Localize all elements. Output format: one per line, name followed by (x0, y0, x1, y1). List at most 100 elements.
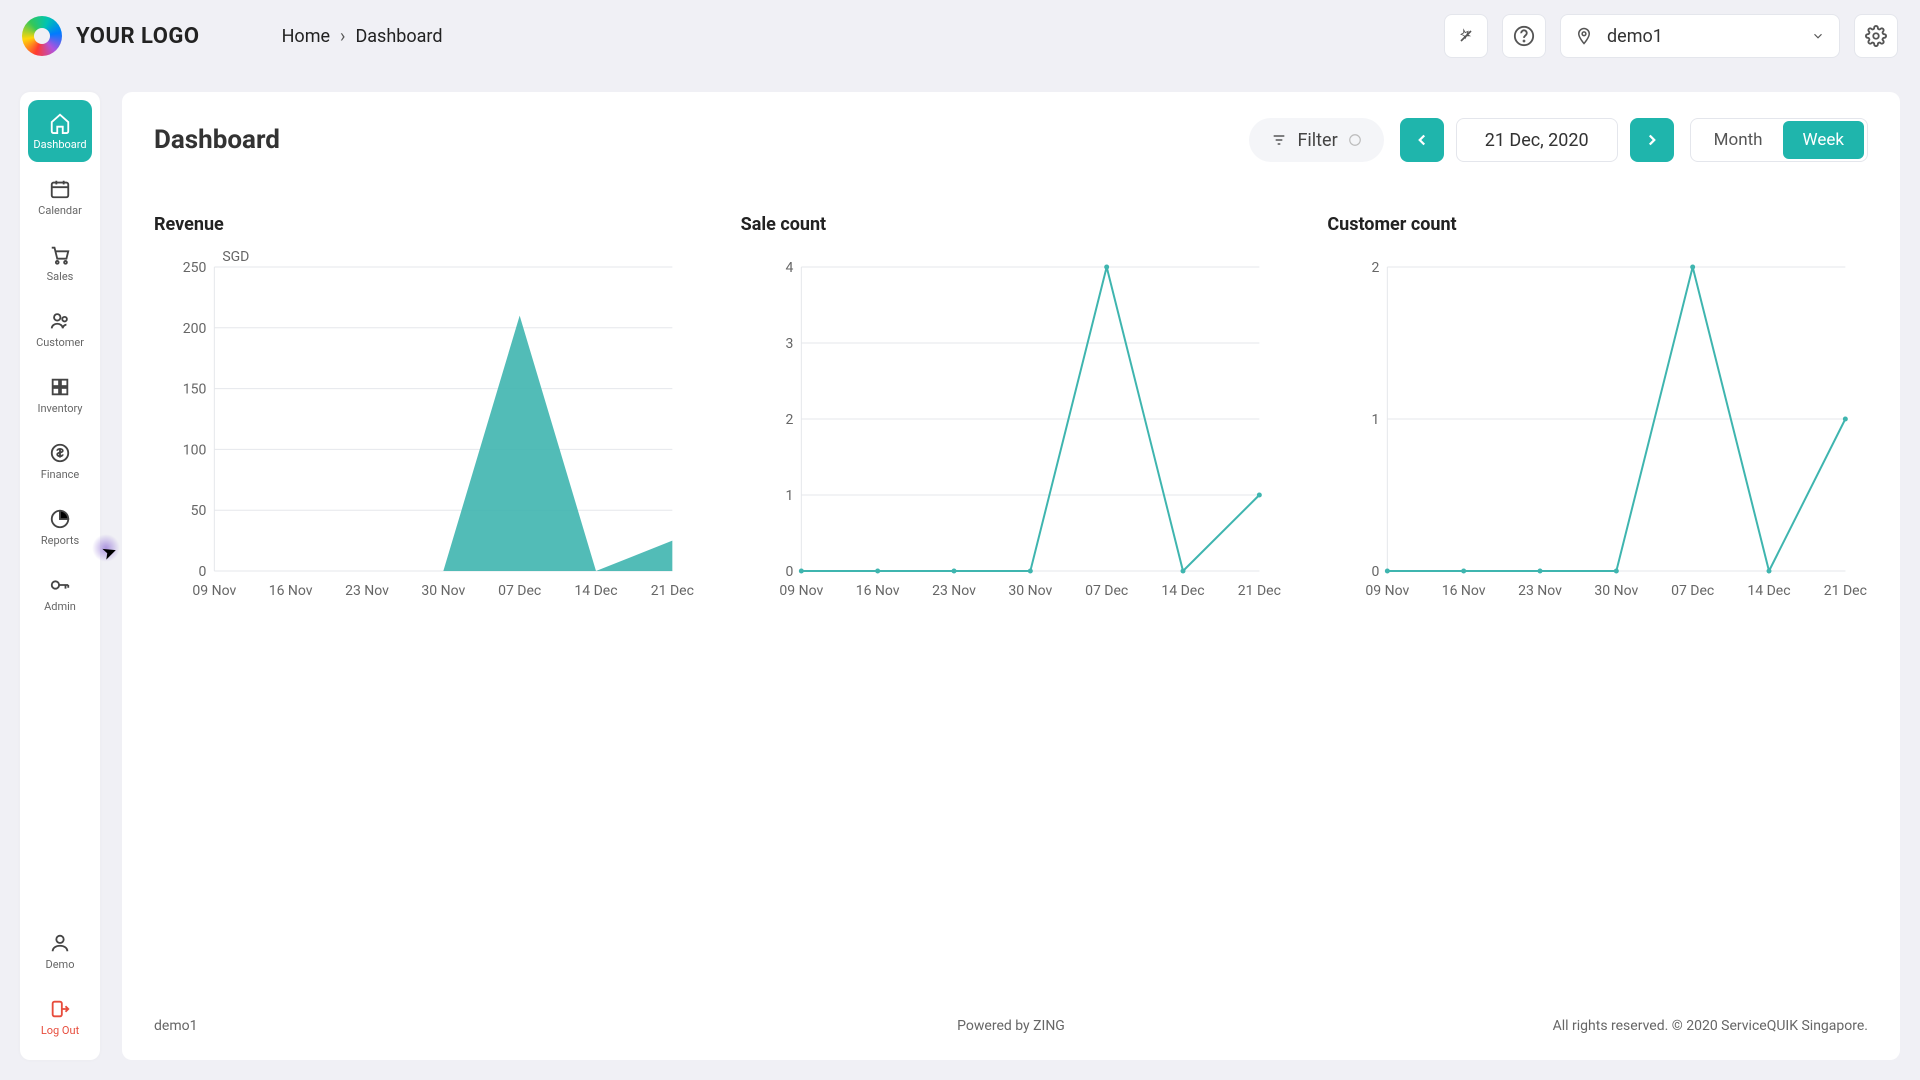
sidebar-item-customer[interactable]: Customer (28, 298, 92, 360)
chevron-right-icon (1643, 131, 1661, 149)
svg-text:23 Nov: 23 Nov (345, 583, 389, 599)
sidebar-item-log-out[interactable]: Log Out (28, 986, 92, 1048)
sidebar-item-label: Sales (47, 270, 74, 283)
chart-svg: 0123409 Nov16 Nov23 Nov30 Nov07 Dec14 De… (741, 245, 1282, 605)
svg-text:30 Nov: 30 Nov (1008, 583, 1052, 599)
chart-revenue: Revenue 05010015020025009 Nov16 Nov23 No… (154, 214, 695, 609)
svg-text:16 Nov: 16 Nov (855, 583, 899, 599)
logo[interactable]: YOUR LOGO (22, 16, 200, 56)
svg-text:1: 1 (1372, 412, 1380, 428)
chart-customer-count: Customer count 01209 Nov16 Nov23 Nov30 N… (1327, 214, 1868, 609)
svg-text:30 Nov: 30 Nov (1595, 583, 1639, 599)
period-month[interactable]: Month (1694, 121, 1783, 159)
sidebar-item-admin[interactable]: Admin (28, 562, 92, 624)
logo-icon (22, 16, 62, 56)
sidebar-item-label: Calendar (38, 204, 82, 217)
svg-text:21 Dec: 21 Dec (651, 583, 694, 599)
svg-text:14 Dec: 14 Dec (574, 583, 617, 599)
settings-button[interactable] (1854, 14, 1898, 58)
footer-left: demo1 (154, 1018, 197, 1034)
help-icon (1513, 25, 1535, 47)
svg-text:150: 150 (183, 382, 207, 398)
app-header: YOUR LOGO Home › Dashboard demo1 (0, 0, 1920, 72)
svg-text:200: 200 (183, 321, 207, 337)
dollar-icon (49, 442, 71, 464)
cursor-pointer: ➤ (99, 540, 120, 565)
charts-row: Revenue 05010015020025009 Nov16 Nov23 No… (154, 214, 1868, 609)
logout-icon (49, 998, 71, 1020)
svg-text:3: 3 (785, 336, 793, 352)
svg-text:16 Nov: 16 Nov (1442, 583, 1486, 599)
chart-sale-count: Sale count 0123409 Nov16 Nov23 Nov30 Nov… (741, 214, 1282, 609)
filter-label: Filter (1297, 130, 1337, 151)
location-value: demo1 (1607, 26, 1797, 47)
people-icon (49, 310, 71, 332)
svg-text:0: 0 (198, 564, 206, 580)
period-week[interactable]: Week (1783, 121, 1864, 159)
svg-text:21 Dec: 21 Dec (1824, 583, 1867, 599)
svg-text:1: 1 (785, 488, 793, 504)
svg-text:07 Dec: 07 Dec (498, 583, 541, 599)
chevron-left-icon (1413, 131, 1431, 149)
filter-icon (1271, 132, 1287, 148)
footer: demo1 Powered by ZING All rights reserve… (154, 1008, 1868, 1034)
chevron-down-icon (1811, 29, 1825, 43)
chart-title: Customer count (1327, 214, 1868, 235)
cart-icon (49, 244, 71, 266)
svg-text:09 Nov: 09 Nov (192, 583, 236, 599)
location-icon (1575, 27, 1593, 45)
location-select[interactable]: demo1 (1560, 14, 1840, 58)
svg-text:14 Dec: 14 Dec (1161, 583, 1204, 599)
filter-button[interactable]: Filter (1249, 118, 1383, 162)
svg-text:2: 2 (1372, 260, 1380, 276)
svg-text:21 Dec: 21 Dec (1237, 583, 1280, 599)
chart-svg: 05010015020025009 Nov16 Nov23 Nov30 Nov0… (154, 245, 695, 605)
logo-text: YOUR LOGO (76, 24, 200, 49)
svg-text:16 Nov: 16 Nov (269, 583, 313, 599)
svg-text:14 Dec: 14 Dec (1748, 583, 1791, 599)
page-title: Dashboard (154, 125, 280, 155)
svg-text:09 Nov: 09 Nov (1366, 583, 1410, 599)
svg-text:30 Nov: 30 Nov (421, 583, 465, 599)
gear-icon (1865, 25, 1887, 47)
date-next-button[interactable] (1630, 118, 1674, 162)
pin-button[interactable] (1444, 14, 1488, 58)
svg-text:07 Dec: 07 Dec (1671, 583, 1714, 599)
svg-text:23 Nov: 23 Nov (932, 583, 976, 599)
circle-icon (1348, 133, 1362, 147)
sidebar-item-finance[interactable]: Finance (28, 430, 92, 492)
sidebar-item-inventory[interactable]: Inventory (28, 364, 92, 426)
sidebar-item-label: Reports (41, 534, 79, 547)
sidebar-item-reports[interactable]: Reports (28, 496, 92, 558)
calendar-icon (49, 178, 71, 200)
breadcrumb-sep: › (340, 26, 345, 47)
svg-text:07 Dec: 07 Dec (1085, 583, 1128, 599)
sidebar-item-label: Finance (41, 468, 79, 481)
sidebar-item-sales[interactable]: Sales (28, 232, 92, 294)
svg-text:SGD: SGD (222, 249, 249, 265)
sidebar-item-calendar[interactable]: Calendar (28, 166, 92, 228)
sidebar-item-demo[interactable]: Demo (28, 920, 92, 982)
help-button[interactable] (1502, 14, 1546, 58)
user-icon (49, 932, 71, 954)
footer-right: All rights reserved. © 2020 ServiceQUIK … (1553, 1018, 1868, 1034)
svg-text:2: 2 (785, 412, 793, 428)
breadcrumb-home[interactable]: Home (282, 26, 330, 47)
sidebar-item-label: Inventory (37, 402, 82, 415)
sidebar-item-label: Log Out (41, 1024, 79, 1037)
sidebar-item-label: Admin (44, 600, 76, 613)
svg-text:100: 100 (183, 442, 207, 458)
date-display[interactable]: 21 Dec, 2020 (1456, 118, 1618, 162)
pie-icon (49, 508, 71, 530)
sidebar-item-label: Dashboard (33, 138, 86, 151)
svg-text:0: 0 (1372, 564, 1380, 580)
chart-svg: 01209 Nov16 Nov23 Nov30 Nov07 Dec14 Dec2… (1327, 245, 1868, 605)
svg-text:50: 50 (191, 503, 207, 519)
svg-text:4: 4 (785, 260, 793, 276)
breadcrumb-current: Dashboard (355, 26, 442, 47)
sidebar-item-dashboard[interactable]: Dashboard (28, 100, 92, 162)
sidebar-item-label: Customer (36, 336, 84, 349)
date-prev-button[interactable] (1400, 118, 1444, 162)
key-icon (49, 574, 71, 596)
svg-text:0: 0 (785, 564, 793, 580)
